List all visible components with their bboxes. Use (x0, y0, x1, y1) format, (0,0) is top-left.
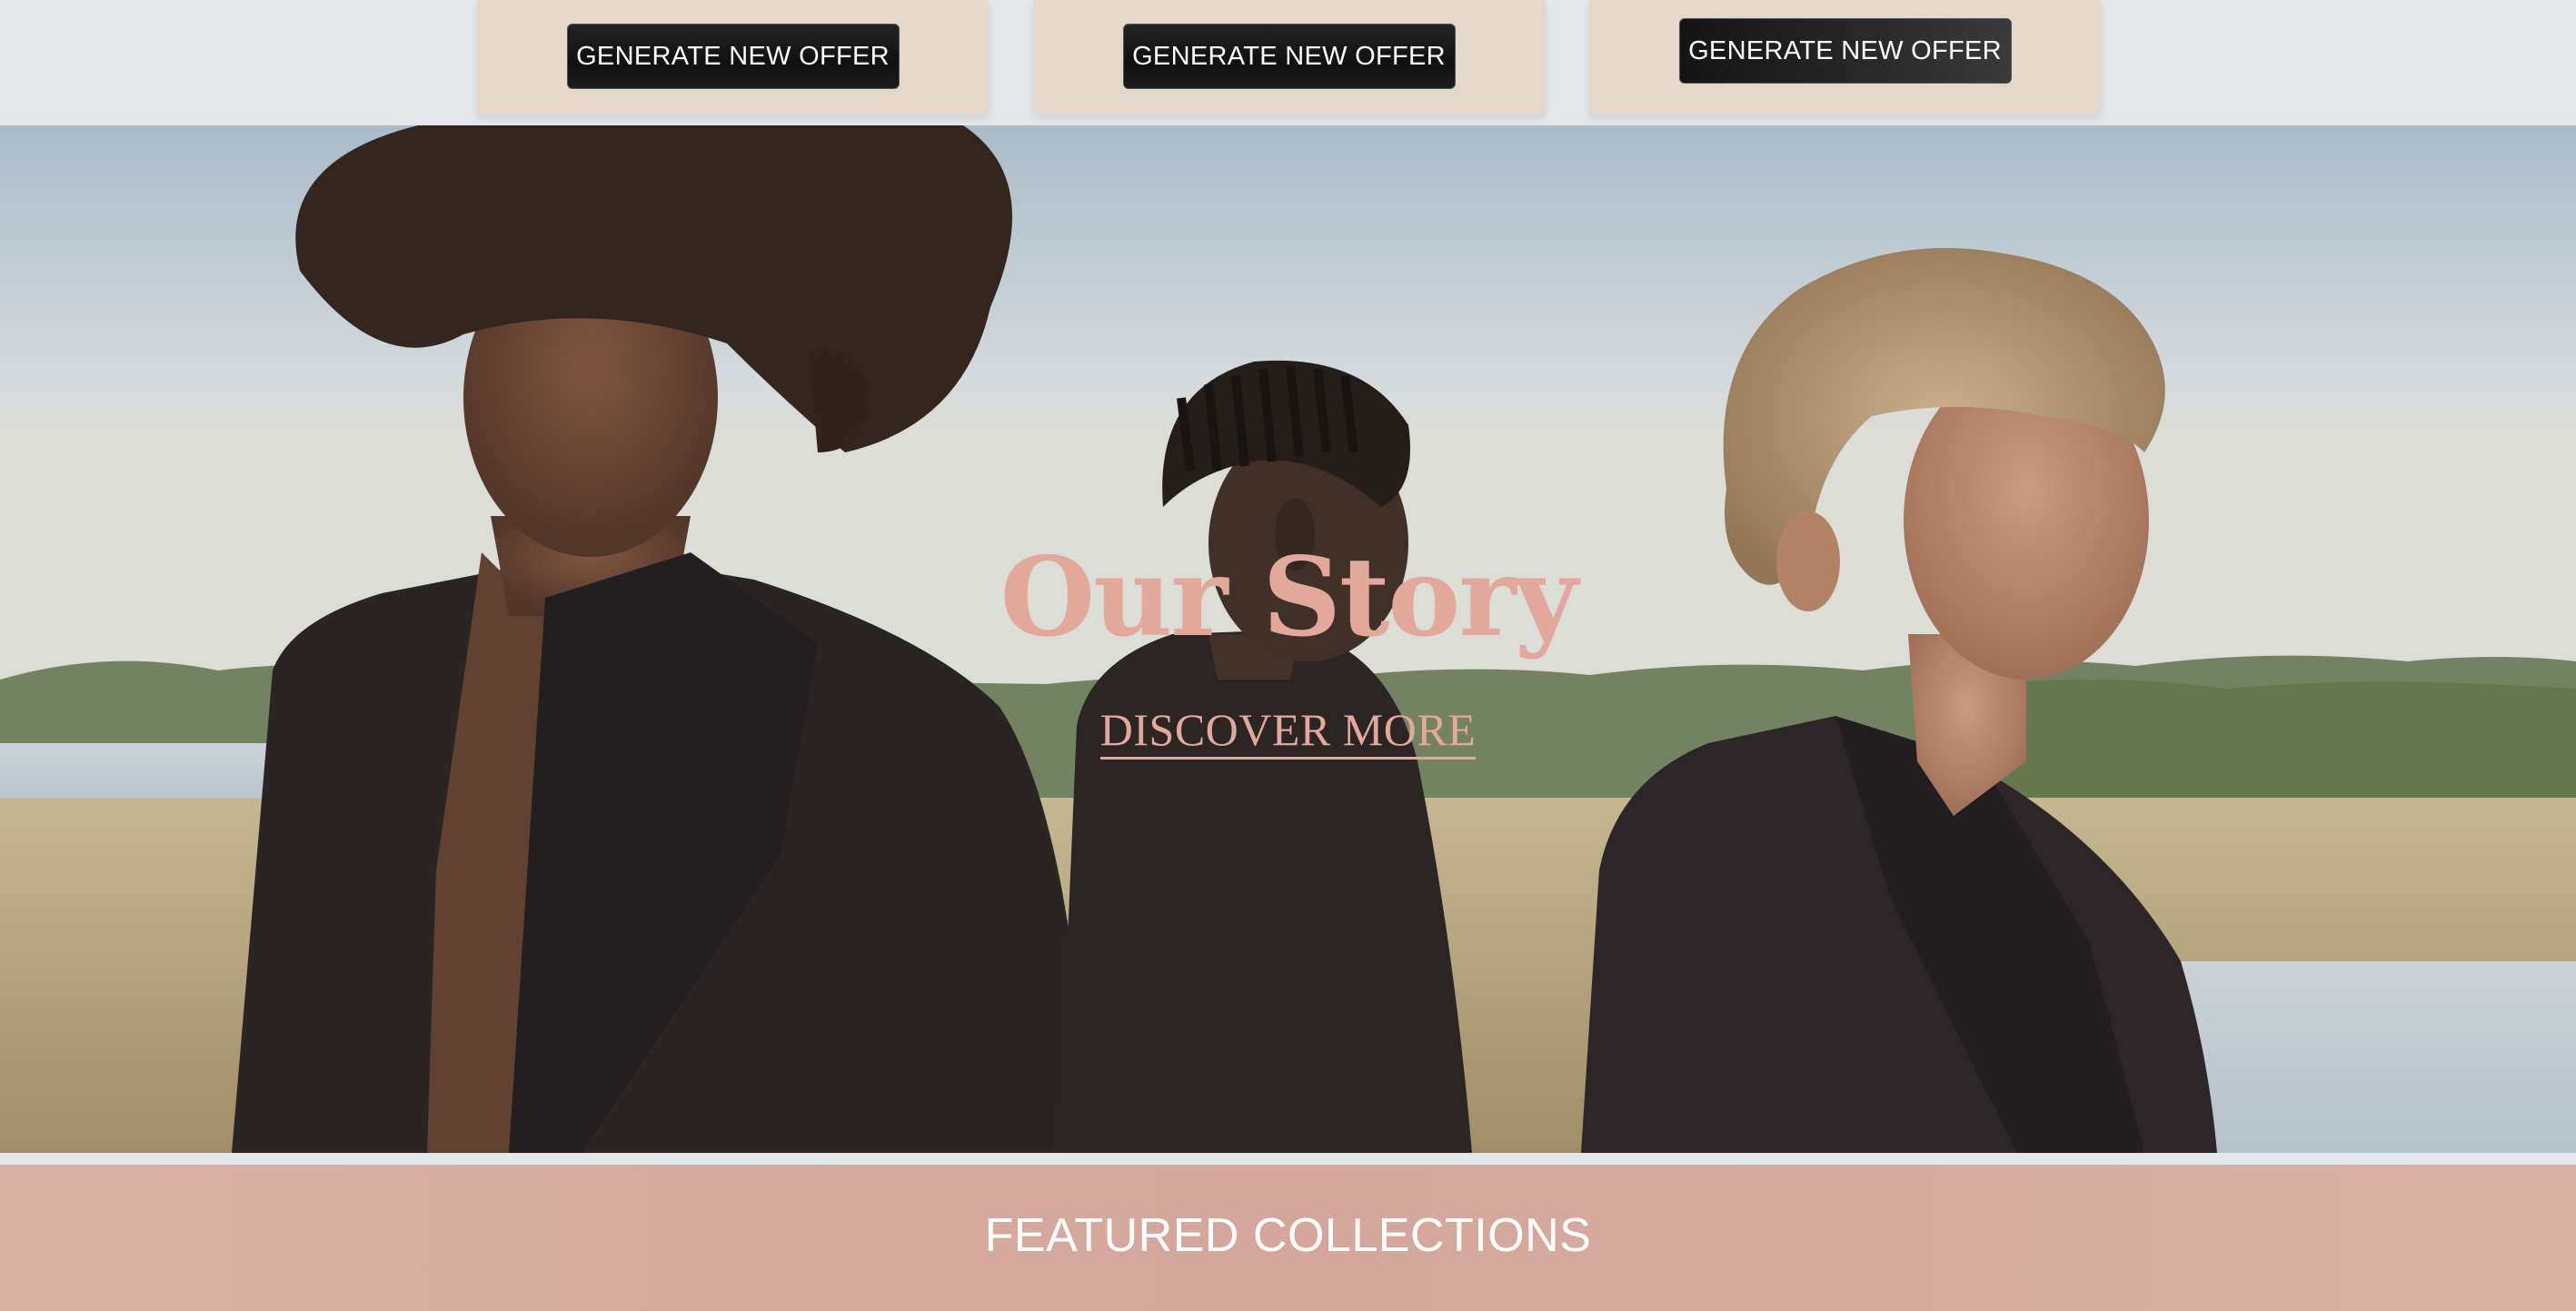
generate-offer-button[interactable]: GENERATE NEW OFFER (1122, 24, 1456, 89)
generate-offer-button[interactable]: GENERATE NEW OFFER (1678, 18, 2012, 84)
offer-card: GENERATE NEW OFFER (1033, 0, 1545, 114)
offer-strip: GENERATE NEW OFFER GENERATE NEW OFFER GE… (0, 0, 2576, 125)
generate-offer-button[interactable]: GENERATE NEW OFFER (566, 24, 900, 89)
featured-collections-heading: FEATURED COLLECTIONS (984, 1209, 1592, 1262)
hero-link-container: DISCOVER MORE (0, 703, 2576, 760)
featured-collections-band: FEATURED COLLECTIONS (0, 1165, 2576, 1311)
discover-more-link[interactable]: DISCOVER MORE (1099, 704, 1477, 760)
offer-card: GENERATE NEW OFFER (1589, 0, 2101, 114)
hero-title: Our Story (1000, 533, 1578, 661)
hero-banner: Our Story DISCOVER MORE (0, 125, 2576, 1153)
offer-card: GENERATE NEW OFFER (477, 0, 989, 114)
